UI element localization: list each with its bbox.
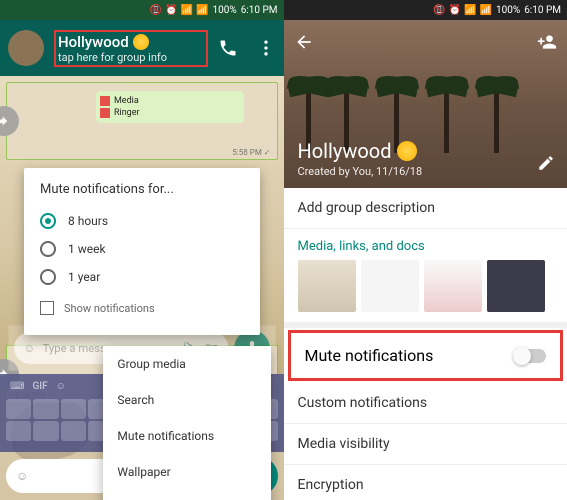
group-info-header: Hollywood Created by You, 11/16/18 <box>284 20 567 188</box>
encryption[interactable]: Encryption <box>284 465 567 500</box>
media-section-header[interactable]: Media, links, and docs <box>284 229 567 260</box>
screenshot-message-1: Media Ringer 5:58 PM ✓ <box>6 82 278 160</box>
emoji-icon: ☺ <box>24 341 36 354</box>
group-name: Hollywood <box>58 33 129 51</box>
radio-1year[interactable]: 1 year <box>40 263 244 291</box>
starstruck-emoji-icon <box>397 141 417 161</box>
edit-icon[interactable] <box>537 154 555 176</box>
menu-search[interactable]: Search <box>103 382 270 418</box>
emoji-icon[interactable]: ☺ <box>16 469 28 483</box>
call-icon[interactable] <box>218 38 238 58</box>
group-avatar[interactable] <box>8 30 44 66</box>
chat-background: Media Ringer 5:58 PM ✓ Mute notification… <box>0 76 284 500</box>
mute-notifications-row-highlight[interactable]: Mute notifications <box>288 330 564 381</box>
menu-mute[interactable]: Mute notifications <box>103 418 270 454</box>
media-thumb[interactable] <box>298 260 356 312</box>
media-thumb[interactable] <box>487 260 545 312</box>
radio-8hours[interactable]: 8 hours <box>40 207 244 235</box>
starstruck-emoji-icon <box>133 34 149 50</box>
menu-group-media[interactable]: Group media <box>103 346 270 382</box>
group-subtitle: tap here for group info <box>58 51 204 64</box>
show-notifications-checkbox[interactable]: Show notifications <box>40 295 244 321</box>
custom-notifications[interactable]: Custom notifications <box>284 383 567 424</box>
clock: 6:10 PM <box>241 5 278 16</box>
media-thumbnails[interactable] <box>284 260 567 328</box>
status-icons: 📵⏰📶📶 <box>150 5 209 16</box>
battery-text: 100% <box>496 5 520 16</box>
add-description[interactable]: Add group description <box>284 188 567 229</box>
sticker-icon[interactable]: ☺ <box>56 381 66 392</box>
media-thumb[interactable] <box>361 260 419 312</box>
more-icon[interactable] <box>256 38 276 58</box>
group-name: Hollywood <box>298 139 392 163</box>
add-participant-icon[interactable] <box>537 32 557 52</box>
keyboard-icon[interactable]: ⌨ <box>10 381 24 392</box>
created-by: Created by You, 11/16/18 <box>298 165 423 178</box>
header-title-highlight[interactable]: Hollywood tap here for group info <box>54 30 208 67</box>
dialog-title: Mute notifications for... <box>40 182 244 197</box>
menu-more[interactable]: More ▸ <box>103 490 270 500</box>
battery-text: 100% <box>213 5 237 16</box>
overflow-menu: Group media Search Mute notifications Wa… <box>103 346 270 500</box>
left-screenshot: 📵⏰📶📶 100% 6:10 PM Hollywood tap here for… <box>0 0 284 500</box>
forward-icon[interactable] <box>0 106 19 136</box>
radio-1week[interactable]: 1 week <box>40 235 244 263</box>
chat-header[interactable]: Hollywood tap here for group info <box>0 20 284 76</box>
gif-tab[interactable]: GIF <box>32 381 47 392</box>
status-bar: 📵⏰📶📶 100% 6:10 PM <box>284 0 567 20</box>
mute-label: Mute notifications <box>305 346 434 365</box>
back-icon[interactable] <box>294 32 314 52</box>
right-screenshot: 📵⏰📶📶 100% 6:10 PM Hollywood Created by Y… <box>284 0 567 500</box>
status-icons: 📵⏰📶📶 <box>433 5 492 16</box>
mute-dialog: Mute notifications for... 8 hours 1 week… <box>24 168 260 335</box>
media-visibility[interactable]: Media visibility <box>284 424 567 465</box>
media-thumb[interactable] <box>424 260 482 312</box>
mute-toggle[interactable] <box>514 349 546 363</box>
clock: 6:10 PM <box>524 5 561 16</box>
menu-wallpaper[interactable]: Wallpaper <box>103 454 270 490</box>
status-bar: 📵⏰📶📶 100% 6:10 PM <box>0 0 284 20</box>
